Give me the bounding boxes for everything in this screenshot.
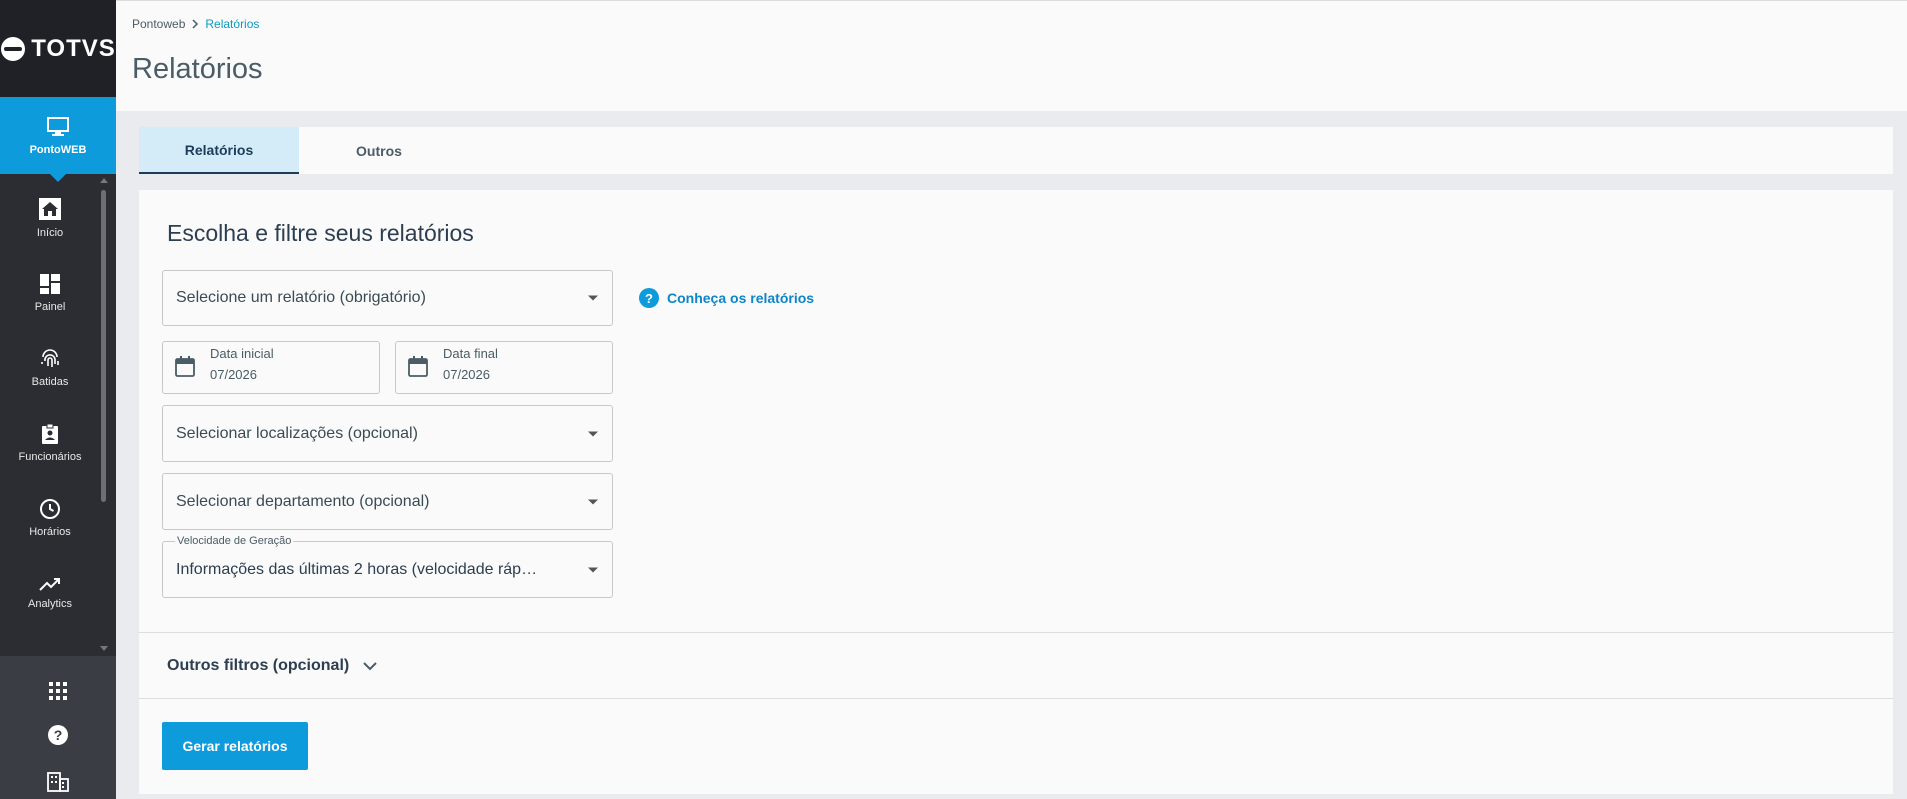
- help-link-label: Conheça os relatórios: [667, 290, 815, 306]
- chevron-down-icon: [588, 431, 598, 436]
- divider: [139, 698, 1893, 699]
- department-select[interactable]: Selecionar departamento (opcional): [162, 473, 613, 530]
- sidebar: TOTVS PontoWEB Início Painel Batidas Fun…: [0, 0, 116, 799]
- other-filters-label: Outros filtros (opcional): [167, 657, 350, 674]
- nav-item-inicio[interactable]: Início: [0, 180, 100, 255]
- end-date-field[interactable]: Data final 07/2026: [395, 341, 613, 394]
- totvs-logo[interactable]: TOTVS: [0, 0, 116, 97]
- end-date-label: Data final: [443, 346, 498, 361]
- start-date-label: Data inicial: [210, 346, 274, 361]
- report-select-placeholder: Selecione um relatório (obrigatório): [176, 289, 426, 306]
- help-link[interactable]: ? Conheça os relatórios: [639, 288, 814, 308]
- generation-speed-value: Informações das últimas 2 horas (velocid…: [176, 560, 538, 578]
- end-date-value: 07/2026: [443, 367, 490, 382]
- scroll-down-arrow[interactable]: [100, 646, 108, 651]
- tab-relatorios[interactable]: Relatórios: [139, 127, 299, 174]
- clock-icon: [40, 498, 60, 519]
- nav-item-pontoweb[interactable]: PontoWEB: [0, 97, 116, 182]
- page-header: Pontoweb Relatórios Relatórios: [116, 0, 1907, 111]
- nav-item-funcionarios[interactable]: Funcionários: [0, 405, 100, 480]
- calendar-icon: [408, 356, 428, 377]
- nav-item-label: Início: [36, 226, 64, 239]
- dashboard-icon: [40, 273, 60, 294]
- generate-reports-button[interactable]: Gerar relatórios: [162, 722, 308, 770]
- scroll-up-arrow[interactable]: [100, 178, 108, 183]
- page-title: Relatórios: [132, 53, 263, 85]
- totvs-logo-icon: [1, 36, 26, 61]
- nav-item-painel[interactable]: Painel: [0, 255, 100, 330]
- other-filters-toggle[interactable]: Outros filtros (opcional): [167, 657, 377, 675]
- breadcrumb: Pontoweb Relatórios: [132, 17, 259, 31]
- logo-text: TOTVS: [31, 34, 116, 62]
- nav-item-label: Painel: [34, 300, 66, 313]
- tab-outros[interactable]: Outros: [299, 127, 459, 174]
- nav-item-label: Batidas: [31, 375, 69, 388]
- location-select-placeholder: Selecionar localizações (opcional): [176, 424, 418, 442]
- svg-text:?: ?: [645, 291, 653, 306]
- badge-icon: [42, 423, 58, 444]
- scroll-thumb[interactable]: [101, 190, 106, 502]
- nav-item-label: Analytics: [27, 597, 73, 610]
- fingerprint-icon: [41, 348, 59, 367]
- breadcrumb-root[interactable]: Pontoweb: [132, 17, 185, 31]
- report-select[interactable]: Selecione um relatório (obrigatório): [162, 270, 613, 326]
- chevron-down-icon: [588, 295, 598, 301]
- chevron-down-icon: [588, 567, 598, 572]
- generation-speed-select[interactable]: Velocidade de Geração Informações das úl…: [162, 535, 613, 598]
- report-filter-card: Escolha e filtre seus relatórios Selecio…: [139, 190, 1893, 794]
- location-select[interactable]: Selecionar localizações (opcional): [162, 405, 613, 462]
- monitor-icon: [47, 116, 69, 136]
- card-title: Escolha e filtre seus relatórios: [167, 220, 474, 246]
- nav-item-horarios[interactable]: Horários: [0, 480, 100, 555]
- divider: [139, 632, 1893, 633]
- help-circle-icon: ?: [639, 288, 659, 308]
- nav-item-label: Funcionários: [18, 450, 82, 463]
- department-select-placeholder: Selecionar departamento (opcional): [176, 492, 430, 510]
- help-icon[interactable]: ?: [47, 724, 69, 746]
- chevron-right-icon: [192, 19, 199, 29]
- chevron-down-icon: [588, 499, 598, 504]
- nav-item-label: PontoWEB: [29, 143, 87, 156]
- generation-speed-label: Velocidade de Geração: [175, 535, 294, 547]
- trending-up-icon: [39, 577, 60, 591]
- home-icon: [39, 197, 61, 220]
- sidebar-scrollbar[interactable]: [99, 176, 108, 656]
- building-icon[interactable]: [47, 770, 69, 792]
- nav-item-batidas[interactable]: Batidas: [0, 330, 100, 405]
- calendar-icon: [175, 356, 195, 377]
- start-date-field[interactable]: Data inicial 07/2026: [162, 341, 380, 394]
- tab-bar: Relatórios Outros: [139, 127, 1893, 174]
- sidebar-bottom-nav: ?: [0, 656, 116, 799]
- chevron-down-icon: [363, 661, 377, 670]
- svg-text:?: ?: [54, 727, 63, 743]
- apps-grid-icon[interactable]: [49, 682, 67, 700]
- nav-item-label: Horários: [29, 525, 71, 538]
- nav-item-analytics[interactable]: Analytics: [0, 555, 100, 630]
- breadcrumb-current: Relatórios: [205, 17, 260, 31]
- nav-list: Início Painel Batidas Funcionários Horár…: [0, 180, 100, 630]
- start-date-value: 07/2026: [210, 367, 257, 382]
